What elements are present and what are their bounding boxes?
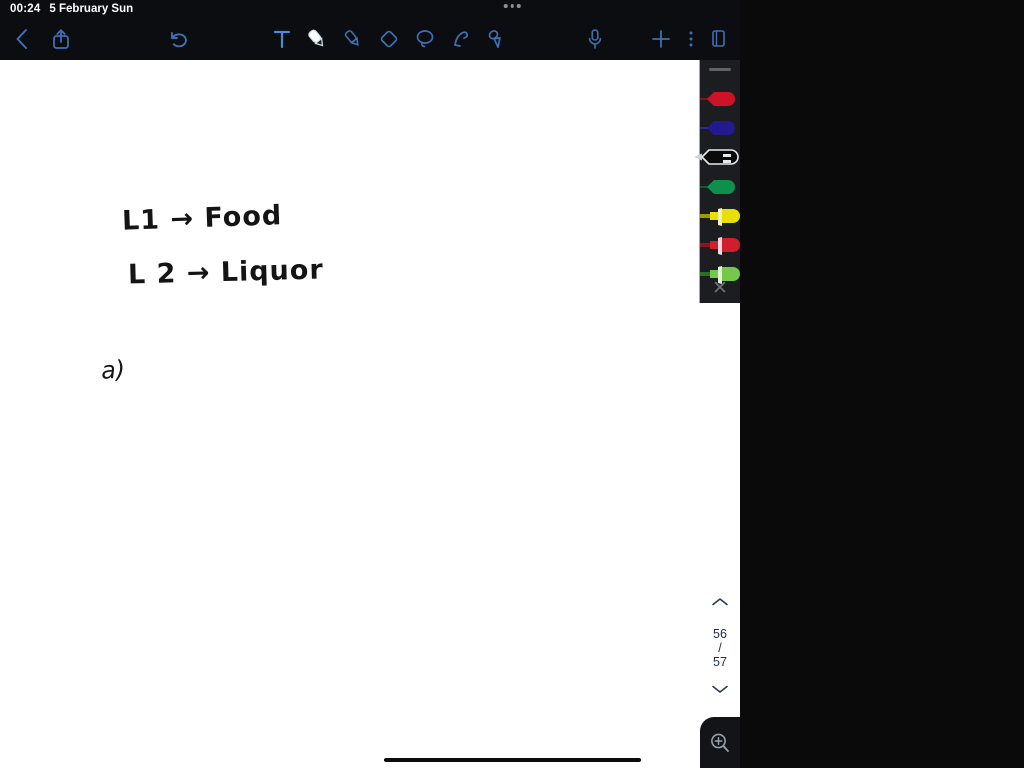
more-vertical-icon[interactable] <box>688 28 694 50</box>
pen-navy[interactable] <box>700 115 740 143</box>
calculator-panel: n = 15 minX = 36.5 Quartile 1 = 42.6 Med… <box>740 0 1024 768</box>
pages-icon[interactable] <box>710 28 730 50</box>
page-indicator: 56 / 57 <box>713 627 727 669</box>
page-separator: / <box>718 640 722 655</box>
eraser-tool-icon[interactable] <box>378 27 400 51</box>
pen-green[interactable] <box>700 174 740 202</box>
marker-crimson[interactable] <box>700 232 740 260</box>
marker-yellow[interactable] <box>700 203 740 231</box>
undo-icon[interactable] <box>166 28 190 50</box>
pen-tool-icon[interactable] <box>306 27 328 51</box>
highlighter-tool-icon[interactable] <box>342 27 364 51</box>
pointer-tool-icon[interactable] <box>486 27 508 51</box>
zoom-in-icon[interactable] <box>700 717 740 768</box>
pen-tray-grip[interactable] <box>709 68 731 71</box>
current-page: 56 <box>713 626 727 641</box>
handwriting-label-a: a) <box>100 355 127 385</box>
microphone-icon[interactable] <box>586 27 604 51</box>
chevron-left-icon[interactable] <box>12 27 32 51</box>
pen-black[interactable] <box>694 144 740 172</box>
pen-tray[interactable]: ✕ <box>694 60 740 303</box>
multitask-dots-icon[interactable] <box>503 4 521 8</box>
chevron-down-icon[interactable] <box>710 682 730 700</box>
handwriting-line-2: L 2 → Liquor <box>127 254 325 291</box>
plus-icon[interactable] <box>650 28 672 50</box>
toolbar-right-group <box>650 28 730 50</box>
total-pages: 57 <box>713 654 727 669</box>
shape-tool-icon[interactable] <box>450 27 472 51</box>
status-date: 5 February Sun <box>49 3 134 15</box>
status-time: 00:24 <box>10 3 41 15</box>
page-navigator: 56 / 57 <box>702 595 738 700</box>
screen-root: 00:24 5 February Sun L1 → Food L 2 → Liq… <box>0 0 1024 768</box>
note-toolbar <box>0 18 740 60</box>
share-icon[interactable] <box>50 27 72 51</box>
handwriting-line-1: L1 → Food <box>121 200 283 237</box>
drawing-tools-group <box>272 27 508 51</box>
note-canvas[interactable]: L1 → Food L 2 → Liquor a) <box>0 60 740 768</box>
lasso-tool-icon[interactable] <box>414 27 436 51</box>
pen-red[interactable] <box>700 86 740 114</box>
home-indicator[interactable] <box>384 758 641 762</box>
close-icon[interactable]: ✕ <box>700 275 740 301</box>
text-tool-icon[interactable] <box>272 27 292 51</box>
chevron-up-icon[interactable] <box>710 595 730 613</box>
